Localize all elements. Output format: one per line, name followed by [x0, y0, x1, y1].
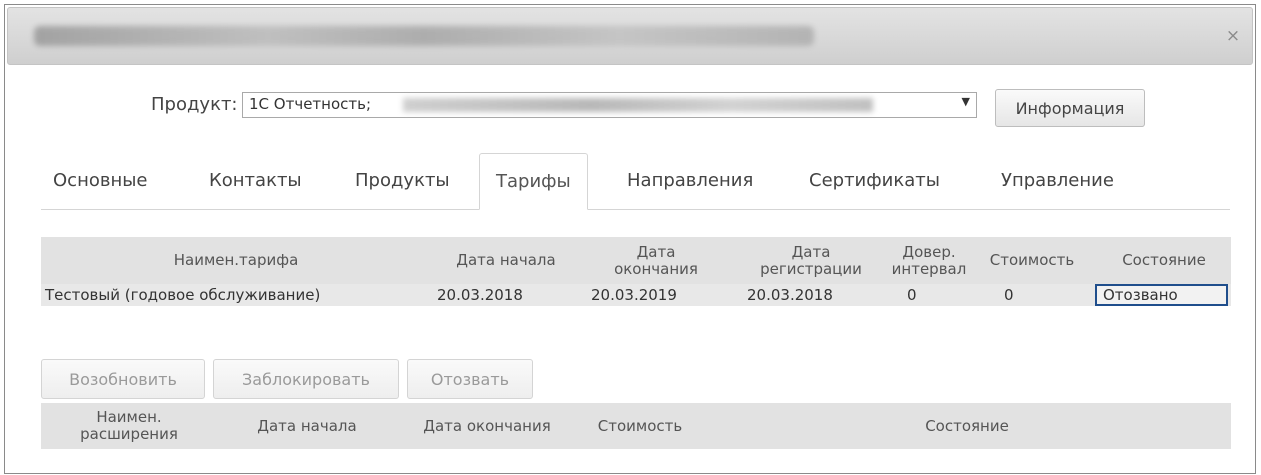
cell-end-date: 20.03.2019 — [591, 286, 677, 304]
product-select-value: 1С Отчетность; — [249, 95, 372, 113]
tab-contacts[interactable]: Контакты — [209, 153, 302, 209]
tab-bar: Основные Контакты Продукты Тарифы Направ… — [41, 153, 1230, 210]
col-ext-end-date[interactable]: Дата окончания — [397, 403, 577, 449]
tab-products[interactable]: Продукты — [355, 153, 450, 209]
product-select[interactable]: 1С Отчетность; ▼ — [242, 92, 977, 118]
cell-trust-interval: 0 — [907, 286, 917, 304]
close-icon[interactable]: × — [1223, 26, 1243, 46]
blurred-product-details — [403, 98, 873, 112]
cell-status-selected[interactable]: Отозвано — [1095, 284, 1228, 306]
tab-main[interactable]: Основные — [53, 153, 148, 209]
extensions-table-header: Наимен. расширения Дата начала Дата оконч… — [41, 403, 1231, 449]
cell-tariff-name: Тестовый (годовое обслуживание) — [45, 286, 321, 304]
info-button[interactable]: Информация — [995, 89, 1145, 127]
tab-tariffs[interactable]: Тарифы — [479, 153, 588, 210]
table-row[interactable]: Тестовый (годовое обслуживание) 20.03.20… — [41, 284, 1231, 306]
action-buttons: Возобновить Заблокировать Отозвать — [41, 359, 641, 399]
col-cost[interactable]: Стоимость — [967, 237, 1097, 284]
block-button[interactable]: Заблокировать — [213, 359, 399, 399]
col-extension-name[interactable]: Наимен. расширения — [41, 403, 217, 449]
dialog-titlebar[interactable]: × — [7, 7, 1253, 65]
tab-management[interactable]: Управление — [1001, 153, 1114, 209]
col-ext-cost[interactable]: Стоимость — [577, 403, 703, 449]
blurred-dialog-title — [34, 26, 814, 46]
col-ext-status[interactable]: Состояние — [703, 403, 1231, 449]
col-ext-start-date[interactable]: Дата начала — [217, 403, 397, 449]
col-status[interactable]: Состояние — [1097, 237, 1231, 284]
cell-registration-date: 20.03.2018 — [747, 286, 833, 304]
tariff-dialog: × Продукт: 1С Отчетность; ▼ Информация О… — [4, 4, 1256, 474]
tariffs-table-header: Наимен.тарифа Дата начала Дата окончания … — [41, 237, 1231, 284]
tab-certificates[interactable]: Сертификаты — [809, 153, 940, 209]
col-end-date[interactable]: Дата окончания — [581, 237, 731, 284]
col-start-date[interactable]: Дата начала — [431, 237, 581, 284]
chevron-down-icon: ▼ — [961, 95, 970, 108]
revoke-button[interactable]: Отозвать — [407, 359, 533, 399]
renew-button[interactable]: Возобновить — [41, 359, 205, 399]
col-trust-interval[interactable]: Довер. интервал — [891, 237, 967, 284]
cell-start-date: 20.03.2018 — [437, 286, 523, 304]
tab-directions[interactable]: Направления — [627, 153, 753, 209]
cell-cost: 0 — [1004, 286, 1014, 304]
product-label: Продукт: — [151, 94, 238, 115]
col-tariff-name[interactable]: Наимен.тарифа — [41, 237, 431, 284]
tariffs-table: Наимен.тарифа Дата начала Дата окончания … — [41, 237, 1231, 306]
col-registration-date[interactable]: Дата регистрации — [731, 237, 891, 284]
product-row: Продукт: 1С Отчетность; ▼ Информация — [5, 89, 1255, 127]
